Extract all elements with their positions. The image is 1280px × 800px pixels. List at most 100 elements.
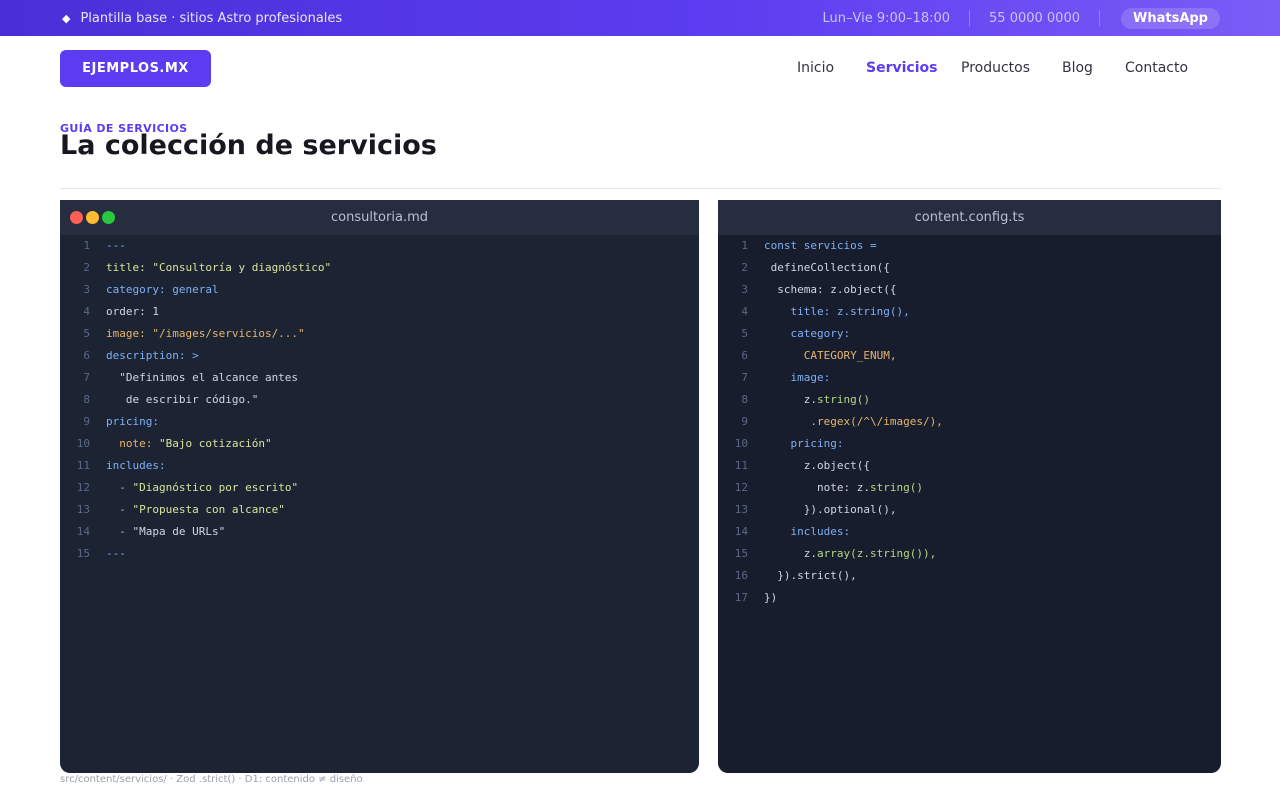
code-token: - [106,481,133,494]
line-number: 9 [741,415,748,428]
top-bar: ◆ Plantilla base · sitios Astro profesio… [0,0,1280,36]
line-number: 12 [734,481,748,494]
code-line: 5 category: [718,323,1221,344]
code-token: title: [106,261,153,274]
code-token: includes: [764,525,851,538]
code-token: --- [106,239,126,252]
code-token: "Mapa de URLs" [132,525,226,538]
code-line: 14 - "Mapa de URLs" [60,521,699,542]
nav-item-servicios[interactable]: Servicios [866,50,937,87]
line-number: 15 [734,547,748,560]
line-number: 7 [83,371,90,384]
code-token: note: [106,437,159,450]
code-token: "Diagnóstico por escrito" [132,481,299,494]
line-number: 9 [83,415,90,428]
nav-item-inicio[interactable]: Inicio [797,50,834,87]
business-hours: Lun–Vie 9:00–18:00 [822,10,951,26]
code-token: "Propuesta con alcance" [132,503,285,516]
code-token: z.object({ [764,459,870,472]
code-text: note: z.string() [764,477,923,498]
code-line: 7 image: [718,367,1221,388]
code-text: }) [764,587,777,608]
line-number: 11 [734,459,748,472]
code-editor-config: content.config.ts 1 const servicios = 2 de… [718,200,1221,773]
divider [969,10,971,26]
editor-filename: consultoria.md [331,210,428,225]
line-number: 11 [76,459,90,472]
line-number: 6 [83,349,90,362]
code-line: 15 z.array(z.string()), [718,543,1221,564]
code-text: order: 1 [106,301,159,322]
code-line: 14 includes: [718,521,1221,542]
line-number: 10 [76,437,90,450]
code-line: 10 pricing: [718,433,1221,454]
code-token: "Definimos el alcance antes [106,371,299,384]
line-number: 14 [76,525,90,538]
code-text: category: [764,323,850,344]
code-text: pricing: [764,433,843,454]
code-token: --- [106,547,126,560]
code-token: array(z.string()), [816,547,937,560]
code-token: const servicios = [764,239,877,252]
code-line: 8 z.string() [718,389,1221,410]
divider [1099,10,1100,26]
code-token: - [106,525,133,538]
phone-link[interactable]: 55 0000 0000 [989,11,1080,26]
whatsapp-button[interactable]: WhatsApp [1121,7,1220,29]
code-text: de escribir código." [106,389,258,410]
code-token: description: > [106,349,199,362]
code-line: 10 note: "Bajo cotización" [60,433,699,454]
code-token: "Consultoría y diagnóstico" [152,261,332,274]
code-token: }) [764,591,778,604]
code-line: 6 description: > [60,345,699,366]
code-token: string() [816,393,870,406]
code-text: }).strict(), [764,565,856,586]
line-number: 2 [83,261,90,274]
code-line: 12 note: z.string() [718,477,1221,498]
code-token: "Bajo cotización" [158,437,272,450]
code-token: - [106,503,133,516]
line-number: 7 [741,371,748,384]
line-number: 1 [741,239,748,252]
line-number: 10 [734,437,748,450]
top-bar-contact: Lun–Vie 9:00–18:00 55 0000 0000 WhatsApp [823,0,1220,36]
nav-item-productos[interactable]: Productos [961,50,1030,87]
code-text: z.string() [764,389,870,410]
code-line: 9 pricing: [60,411,699,432]
line-number: 8 [83,393,90,406]
line-number: 3 [741,283,748,296]
code-token: string() [869,481,923,494]
line-number: 14 [734,525,748,538]
code-text: "Definimos el alcance antes [106,367,298,388]
code-text: CATEGORY_ENUM, [764,345,897,366]
code-editor-markdown: consultoria.md 1 --- 2 title: "Consultoría … [60,200,699,773]
code-line: 5 image: "/images/servicios/..." [60,323,699,344]
main-nav: Inicio Servicios Productos Blog Contacto [0,50,1280,87]
code-token: z. [764,393,817,406]
code-text: description: > [106,345,199,366]
nav-item-contacto[interactable]: Contacto [1125,50,1188,87]
line-number: 4 [83,305,90,318]
nav-item-blog[interactable]: Blog [1062,50,1093,87]
line-number: 16 [734,569,748,582]
code-token: schema: z.object({ [764,283,897,296]
code-line: 13 - "Propuesta con alcance" [60,499,699,520]
line-number: 15 [76,547,90,560]
code-line: 11 includes: [60,455,699,476]
line-number: 12 [76,481,90,494]
code-token: .regex(/^\/images/), [764,415,943,428]
code-text: category: general [106,279,219,300]
line-number: 17 [734,591,748,604]
code-token: category: general [106,283,219,296]
top-bar-tagline: Plantilla base · sitios Astro profesiona… [80,10,343,26]
code-token: z. [764,547,817,560]
code-text: includes: [764,521,850,542]
code-line: 2 defineCollection({ [718,257,1221,278]
code-line: 4 title: z.string(), [718,301,1221,322]
code-text: pricing: [106,411,159,432]
code-line: 3 category: general [60,279,699,300]
line-number: 3 [83,283,90,296]
code-token: }).optional(), [764,503,897,516]
line-number: 5 [741,327,748,340]
code-line: 15 --- [60,543,699,564]
